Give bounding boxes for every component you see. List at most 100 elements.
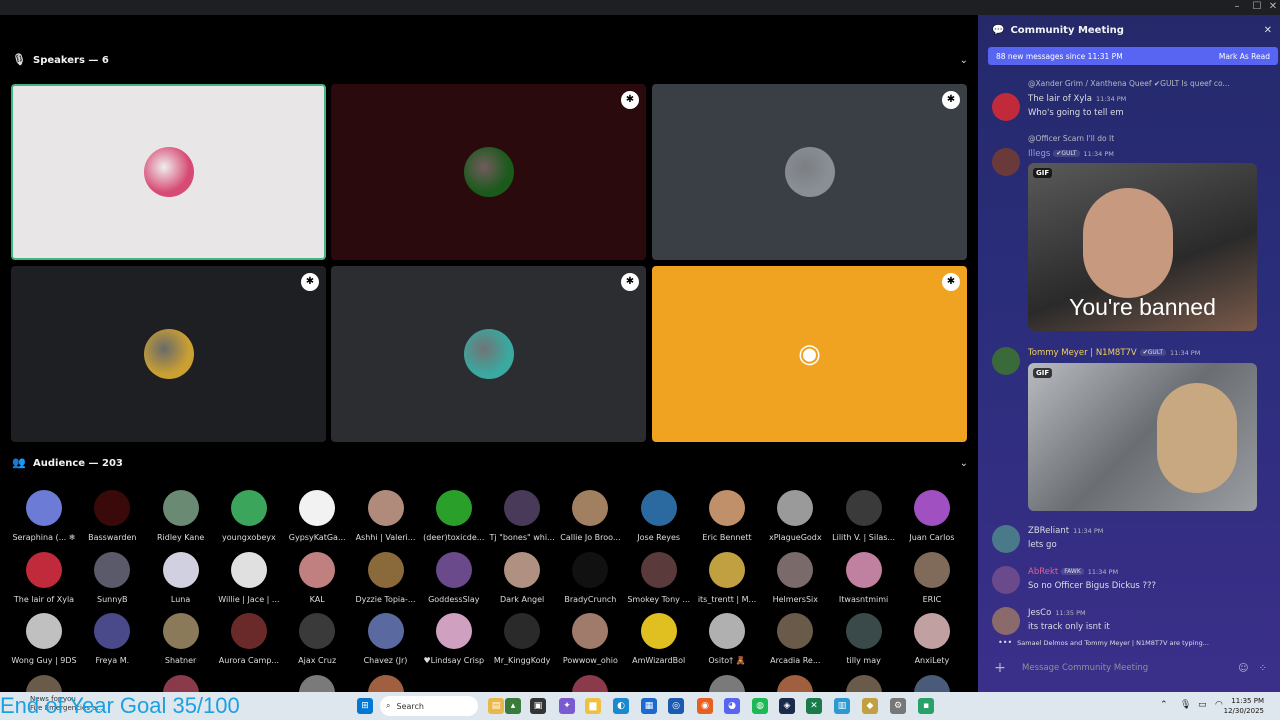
audience-member[interactable]: AnxiLety bbox=[898, 613, 966, 665]
audience-member[interactable]: Osito† 🧸 bbox=[693, 613, 761, 665]
start-icon[interactable]: ⊞ bbox=[357, 698, 373, 714]
audience-member[interactable] bbox=[761, 675, 829, 692]
maximize-button[interactable]: ☐ bbox=[1250, 1, 1264, 12]
audience-member[interactable]: youngxobeyx bbox=[215, 490, 283, 542]
speaker-tile[interactable]: ◉ ✱ bbox=[652, 266, 967, 442]
microphone-icon[interactable]: 🎙 bbox=[1180, 700, 1191, 710]
speakers-header[interactable]: 🎙 Speakers — 6 bbox=[12, 50, 109, 70]
settings-icon[interactable]: ⚙ bbox=[890, 698, 906, 714]
audience-member[interactable] bbox=[693, 675, 761, 692]
app-icon[interactable]: ▪ bbox=[918, 698, 934, 714]
audience-member[interactable]: KAL bbox=[283, 551, 351, 604]
audience-member[interactable]: Basswarden bbox=[78, 490, 146, 542]
audience-member[interactable]: Jose Reyes bbox=[625, 490, 693, 542]
audience-member[interactable]: AmWizardBol bbox=[625, 613, 693, 665]
apps-icon[interactable]: ⁘ bbox=[1259, 663, 1267, 674]
emoji-icon[interactable]: ☺ bbox=[1238, 663, 1248, 674]
audience-member[interactable]: Eric Bennett bbox=[693, 490, 761, 542]
audience-member[interactable]: (deer)toxicde... bbox=[420, 490, 488, 542]
audience-member[interactable]: Lilith V. | Silas... bbox=[830, 490, 898, 542]
avatar[interactable] bbox=[992, 93, 1020, 121]
audience-member[interactable]: Mr_KinggKody bbox=[488, 613, 556, 665]
folder-icon[interactable]: ▤ bbox=[488, 698, 504, 714]
gif-attachment[interactable]: GIF bbox=[1028, 363, 1257, 511]
spotify-icon[interactable]: ◍ bbox=[752, 698, 768, 714]
audience-member[interactable]: Juan Carlos bbox=[898, 490, 966, 542]
avatar[interactable] bbox=[992, 607, 1020, 635]
audience-member[interactable]: Luna bbox=[147, 551, 215, 604]
audience-member[interactable]: Willie | Jace | ... bbox=[215, 551, 283, 604]
discord-icon[interactable]: ◕ bbox=[724, 698, 740, 714]
audience-member[interactable] bbox=[830, 675, 898, 692]
speaker-tile[interactable]: ✱ bbox=[331, 84, 646, 260]
audience-header[interactable]: 👥 Audience — 203 bbox=[12, 453, 123, 473]
avatar[interactable] bbox=[992, 148, 1020, 176]
audience-member[interactable] bbox=[898, 675, 966, 692]
chevron-down-icon[interactable]: ⌄ bbox=[960, 55, 968, 66]
steam-icon[interactable]: ◈ bbox=[779, 698, 795, 714]
audience-member[interactable]: Ridley Kane bbox=[147, 490, 215, 542]
audience-member[interactable]: Dark Angel bbox=[488, 551, 556, 604]
audience-member[interactable] bbox=[147, 675, 215, 692]
audience-member[interactable]: Aurora Camp... bbox=[215, 613, 283, 665]
audience-member[interactable]: Smokey Tony ... bbox=[625, 551, 693, 604]
audience-member[interactable]: Shatner bbox=[147, 613, 215, 665]
speaker-tile[interactable]: ✱ bbox=[652, 84, 967, 260]
task-view-icon[interactable]: ▣ bbox=[530, 698, 546, 714]
new-messages-bar[interactable]: 88 new messages since 11:31 PM Mark As R… bbox=[988, 47, 1278, 65]
reply-reference[interactable]: @Xander Grim / Xanthena Queef ✔GULT Is q… bbox=[1028, 79, 1230, 88]
store-icon[interactable]: ▦ bbox=[641, 698, 657, 714]
audience-member[interactable]: Freya M. bbox=[78, 613, 146, 665]
firefox-icon[interactable]: ◉ bbox=[697, 698, 713, 714]
close-icon[interactable]: ✕ bbox=[1264, 25, 1272, 36]
notepad-icon[interactable]: ▥ bbox=[834, 698, 850, 714]
audience-member[interactable] bbox=[283, 675, 351, 692]
chevron-up-icon[interactable]: ⌃ bbox=[1160, 700, 1168, 710]
audience-member[interactable]: its_trentt | M... bbox=[693, 551, 761, 604]
audience-member[interactable]: Powwow_ohio bbox=[556, 613, 624, 665]
author-name[interactable]: Tommy Meyer | N1M8T7V bbox=[1028, 348, 1137, 358]
audience-member[interactable]: Wong Guy | 9DS bbox=[10, 613, 78, 665]
audience-member[interactable]: Ajax Cruz bbox=[283, 613, 351, 665]
add-attachment-button[interactable]: + bbox=[988, 660, 1012, 676]
audience-member[interactable]: Tj "bones" whi... bbox=[488, 490, 556, 542]
audience-member[interactable]: Callie Jo Broo... bbox=[556, 490, 624, 542]
excel-icon[interactable]: ✕ bbox=[806, 698, 822, 714]
audience-member[interactable]: Chavez (Jr) bbox=[352, 613, 420, 665]
author-name[interactable]: AbRekt bbox=[1028, 567, 1058, 577]
avatar[interactable] bbox=[992, 566, 1020, 594]
file-explorer-icon[interactable]: ▆ bbox=[585, 698, 601, 714]
copilot-icon[interactable]: ✦ bbox=[559, 698, 575, 714]
display-icon[interactable]: ▭ bbox=[1198, 700, 1207, 710]
message-input[interactable]: Message Community Meeting bbox=[1022, 663, 1238, 673]
audience-member[interactable]: Ashhi | Valeri... bbox=[352, 490, 420, 542]
audience-member[interactable]: HelmersSix bbox=[761, 551, 829, 604]
audience-member[interactable]: tilly may bbox=[830, 613, 898, 665]
close-window-button[interactable]: ✕ bbox=[1266, 1, 1280, 12]
author-name[interactable]: ZBReliant bbox=[1028, 526, 1069, 536]
chevron-down-icon[interactable]: ⌄ bbox=[960, 458, 968, 469]
speaker-tile[interactable]: ✱ bbox=[331, 266, 646, 442]
mark-as-read-button[interactable]: Mark As Read bbox=[1219, 52, 1270, 61]
speaker-tile[interactable] bbox=[11, 84, 326, 260]
audience-member[interactable]: GoddessSlay bbox=[420, 551, 488, 604]
taskbar-search[interactable]: ⌕ Search bbox=[380, 696, 478, 716]
audience-member[interactable]: BradyCrunch bbox=[556, 551, 624, 604]
audience-member[interactable]: xPlagueGodx bbox=[761, 490, 829, 542]
audience-member[interactable] bbox=[556, 675, 624, 692]
audience-member[interactable] bbox=[10, 675, 78, 692]
widgets-icon[interactable]: ▴ bbox=[505, 698, 521, 714]
author-name[interactable]: Illegs bbox=[1028, 149, 1050, 159]
avatar[interactable] bbox=[992, 347, 1020, 375]
outlook-icon[interactable]: ◎ bbox=[668, 698, 684, 714]
author-name[interactable]: The lair of Xyla bbox=[1028, 94, 1092, 104]
audience-member[interactable]: The lair of Xyla bbox=[10, 551, 78, 604]
speaker-tile[interactable]: ✱ bbox=[11, 266, 326, 442]
avatar[interactable] bbox=[992, 525, 1020, 553]
audience-member[interactable]: Itwasntmimi bbox=[830, 551, 898, 604]
minimize-button[interactable]: – bbox=[1230, 1, 1244, 12]
audience-member[interactable]: ERIC bbox=[898, 551, 966, 604]
audience-member[interactable]: ♥Lindsay Crisp bbox=[420, 613, 488, 665]
wifi-icon[interactable]: ◠ bbox=[1215, 700, 1223, 710]
reply-reference[interactable]: @Officer Scarn I'll do It bbox=[1028, 134, 1114, 143]
